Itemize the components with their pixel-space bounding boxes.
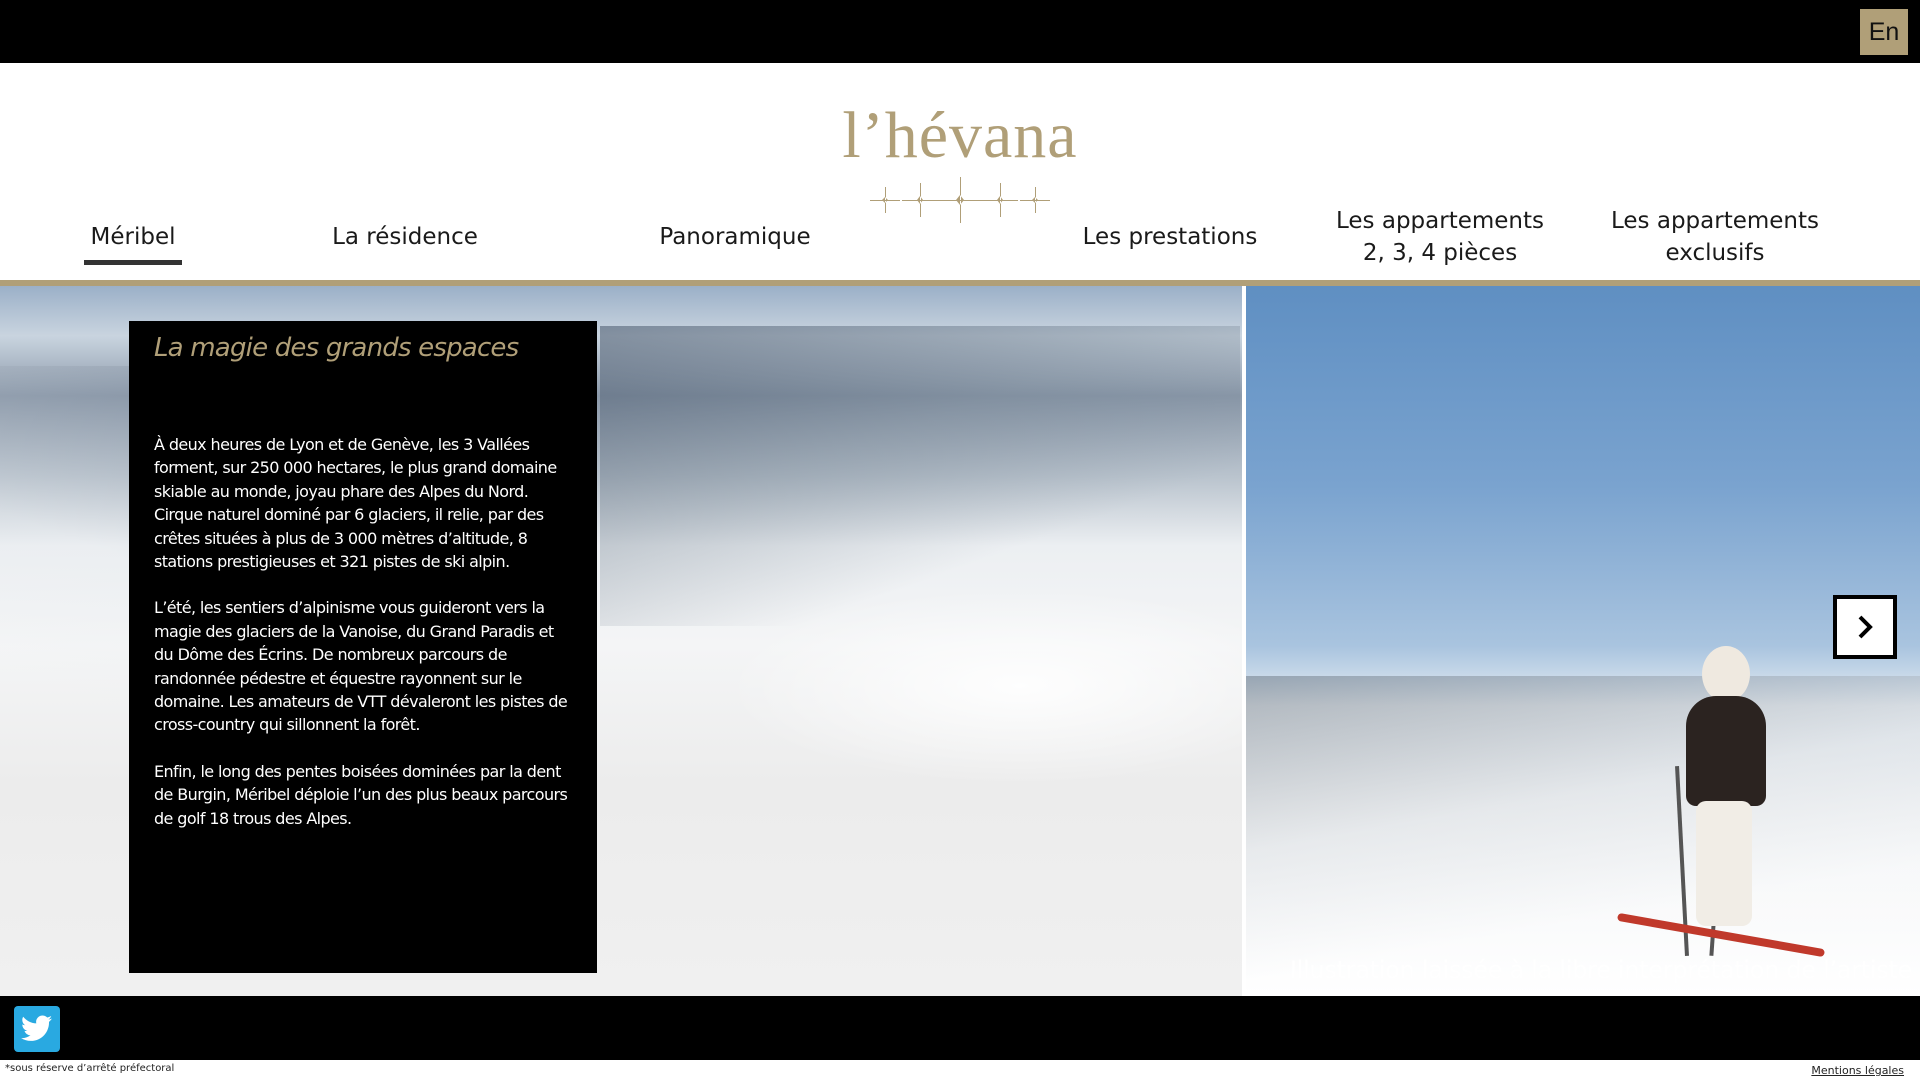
intro-text-panel: La magie des grands espaces À deux heure… bbox=[129, 321, 597, 973]
footer: *sous réserve d’arrêté préfectoral Menti… bbox=[0, 1060, 1920, 1080]
intro-title: La magie des grands espaces bbox=[154, 333, 519, 363]
hero-slideshow: La magie des grands espaces À deux heure… bbox=[0, 286, 1920, 996]
footnote: *sous réserve d’arrêté préfectoral bbox=[5, 1063, 175, 1074]
nav-panoramique[interactable]: Panoramique bbox=[655, 221, 815, 253]
logo-stars-icon bbox=[870, 177, 1050, 223]
logo[interactable]: l’hévana bbox=[840, 103, 1080, 230]
nav-meribel[interactable]: Méribel bbox=[84, 221, 182, 265]
skier-image bbox=[1246, 286, 1920, 996]
nav-exclusifs-line1: Les appartements bbox=[1611, 208, 1819, 234]
chevron-right-icon bbox=[1858, 615, 1873, 639]
twitter-icon bbox=[21, 1015, 52, 1041]
skier-legs bbox=[1696, 801, 1752, 926]
intro-paragraph-1: À deux heures de Lyon et de Genève, les … bbox=[154, 435, 557, 572]
next-slide-button[interactable] bbox=[1833, 595, 1897, 659]
intro-paragraph-2: L’été, les sentiers d’alpinisme vous gui… bbox=[154, 598, 568, 735]
nav-exclusifs-line2: exclusifs bbox=[1665, 240, 1765, 266]
nav-appartements-line2: 2, 3, 4 pièces bbox=[1362, 240, 1518, 266]
intro-paragraph-3: Enfin, le long des pentes boisées dominé… bbox=[154, 761, 568, 828]
legal-notice-link[interactable]: Mentions légales bbox=[1811, 1064, 1904, 1077]
bottom-bar bbox=[0, 996, 1920, 1060]
skier-jacket bbox=[1686, 696, 1766, 806]
mountain-ridge-shape bbox=[600, 326, 1240, 626]
nav-appartements-line1: Les appartements bbox=[1336, 208, 1544, 234]
header: l’hévana Méribel La résidence Panoramiqu… bbox=[0, 63, 1920, 282]
logo-text: l’hévana bbox=[842, 99, 1078, 172]
language-button[interactable]: En bbox=[1860, 9, 1908, 55]
nav-la-residence[interactable]: La résidence bbox=[330, 221, 480, 253]
skier-head bbox=[1702, 646, 1750, 702]
top-bar: En bbox=[0, 0, 1920, 63]
twitter-button[interactable] bbox=[14, 1006, 60, 1052]
image-caption: Illustration laissée à la libre interpré… bbox=[1289, 956, 1912, 984]
nav-les-prestations[interactable]: Les prestations bbox=[1080, 221, 1260, 253]
nav-appartements-exclusifs[interactable]: Les appartements exclusifs bbox=[1605, 205, 1825, 269]
nav-appartements-2-3-4[interactable]: Les appartements 2, 3, 4 pièces bbox=[1330, 205, 1550, 269]
